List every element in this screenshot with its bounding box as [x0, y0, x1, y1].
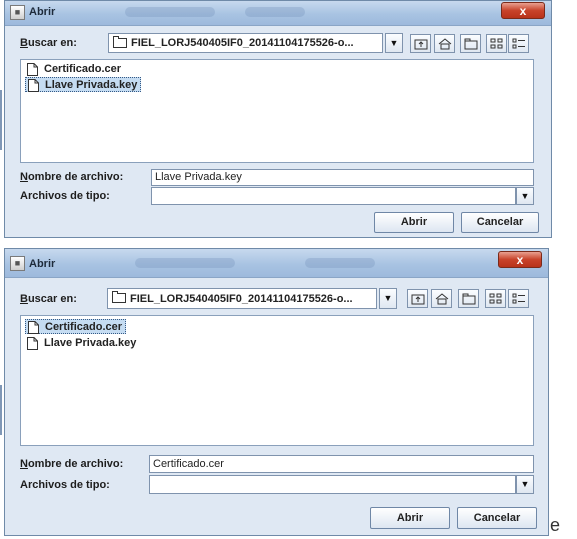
- home-icon: [435, 293, 449, 305]
- new-folder-button[interactable]: [460, 34, 481, 53]
- up-folder-icon: [414, 39, 428, 50]
- list-item[interactable]: Certificado.cer: [25, 62, 124, 77]
- home-button[interactable]: [434, 34, 455, 53]
- look-in-dropdown-button[interactable]: ▼: [379, 288, 397, 309]
- file-name: Llave Privada.key: [44, 337, 137, 349]
- dialog-title: Abrir: [29, 258, 56, 270]
- details-view-icon: [512, 293, 525, 304]
- list-view-button[interactable]: [485, 289, 506, 308]
- document-icon: [27, 63, 38, 76]
- look-in-combo[interactable]: FIEL_LORJ540405IF0_20141104175526-o...: [108, 33, 383, 53]
- list-item[interactable]: Llave Privada.key: [25, 77, 142, 92]
- home-icon: [438, 38, 452, 50]
- title-bar[interactable]: ■ Abrir x: [5, 249, 548, 278]
- details-view-button[interactable]: [508, 34, 529, 53]
- blurred-title-area: [125, 7, 215, 17]
- look-in-combo[interactable]: FIEL_LORJ540405IF0_20141104175526-o...: [107, 288, 377, 309]
- filename-label-text: ombre de archivo:: [27, 171, 124, 183]
- list-view-button[interactable]: [486, 34, 507, 53]
- filetype-dropdown-button[interactable]: ▼: [516, 187, 534, 205]
- close-button[interactable]: x: [501, 2, 545, 19]
- document-icon: [28, 321, 39, 334]
- list-item[interactable]: Llave Privada.key: [25, 336, 139, 351]
- look-in-label: Buscar en:: [20, 37, 77, 49]
- close-button[interactable]: x: [498, 251, 542, 268]
- up-one-level-button[interactable]: [410, 34, 431, 53]
- new-folder-icon: [462, 293, 476, 305]
- list-view-icon: [489, 293, 502, 304]
- open-button[interactable]: Abrir: [370, 507, 450, 529]
- new-folder-button[interactable]: [458, 289, 479, 308]
- background-window-edge: [0, 385, 2, 435]
- filename-label: Nombre de archivo:: [20, 458, 124, 470]
- filetype-combo[interactable]: [151, 187, 516, 205]
- filename-label: Nombre de archivo:: [20, 171, 124, 183]
- up-one-level-button[interactable]: [407, 289, 428, 308]
- open-dialog-2: ■ Abrir x Buscar en: FIEL_LORJ540405IF0_…: [4, 248, 549, 536]
- look-in-dropdown-button[interactable]: ▼: [385, 33, 403, 53]
- file-name: Certificado.cer: [44, 63, 122, 75]
- look-in-value: FIEL_LORJ540405IF0_20141104175526-o...: [130, 293, 353, 305]
- file-name: Certificado.cer: [45, 321, 123, 333]
- list-view-icon: [490, 38, 503, 49]
- home-button[interactable]: [431, 289, 452, 308]
- app-icon: ■: [10, 5, 25, 20]
- look-in-value: FIEL_LORJ540405IF0_20141104175526-o...: [131, 37, 354, 49]
- document-icon: [27, 337, 38, 350]
- filetype-label: Archivos de tipo:: [20, 190, 110, 202]
- app-icon: ■: [10, 256, 25, 271]
- file-list[interactable]: Certificado.cer Llave Privada.key: [20, 315, 534, 446]
- chevron-down-icon: ▼: [520, 479, 530, 489]
- filetype-label: Archivos de tipo:: [20, 479, 110, 491]
- look-in-label-text: uscar en:: [27, 37, 77, 49]
- file-name: Llave Privada.key: [45, 79, 138, 91]
- open-dialog-1: ■ Abrir x Buscar en: FIEL_LORJ540405IF0_…: [4, 0, 552, 238]
- new-folder-icon: [464, 38, 478, 50]
- title-bar[interactable]: ■ Abrir x: [5, 1, 551, 26]
- filetype-label-text: Archivos de tipo:: [20, 190, 110, 202]
- filename-input[interactable]: Certificado.cer: [149, 455, 534, 473]
- chevron-down-icon: ▼: [520, 191, 530, 201]
- filename-label-text: ombre de archivo:: [27, 458, 124, 470]
- document-icon: [28, 79, 39, 92]
- blurred-title-area: [135, 258, 235, 268]
- file-list[interactable]: Certificado.cer Llave Privada.key: [20, 59, 534, 163]
- filetype-dropdown-button[interactable]: ▼: [516, 475, 534, 494]
- list-item[interactable]: Certificado.cer: [25, 319, 127, 334]
- cancel-button[interactable]: Cancelar: [461, 212, 539, 233]
- look-in-label-text: uscar en:: [27, 293, 77, 305]
- folder-icon: [112, 291, 126, 303]
- details-view-icon: [512, 38, 525, 49]
- folder-icon: [113, 36, 127, 48]
- blurred-title-area: [245, 7, 305, 17]
- chevron-down-icon: ▼: [389, 38, 399, 48]
- details-view-button[interactable]: [508, 289, 529, 308]
- filename-input[interactable]: Llave Privada.key: [151, 169, 534, 186]
- look-in-label: Buscar en:: [20, 293, 77, 305]
- background-window-edge: [0, 90, 2, 150]
- cancel-button[interactable]: Cancelar: [457, 507, 537, 529]
- up-folder-icon: [411, 294, 425, 305]
- blurred-title-area: [305, 258, 375, 268]
- open-button[interactable]: Abrir: [374, 212, 454, 233]
- stray-text: e: [550, 515, 561, 535]
- filetype-combo[interactable]: [149, 475, 516, 494]
- chevron-down-icon: ▼: [383, 293, 393, 303]
- dialog-title: Abrir: [29, 6, 56, 18]
- filetype-label-text: Archivos de tipo:: [20, 479, 110, 491]
